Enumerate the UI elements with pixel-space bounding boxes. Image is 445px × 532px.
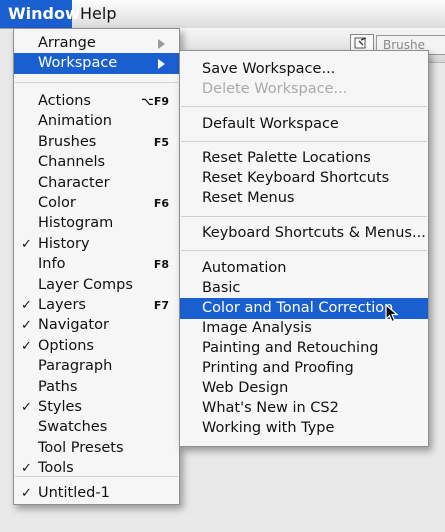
menu-separator <box>15 476 178 477</box>
menu-item-label: Save Workspace... <box>202 61 336 77</box>
menu-item-label: Tools <box>38 460 74 477</box>
menu-item-what-s-new-in-cs2[interactable]: What's New in CS2 <box>180 398 428 419</box>
menu-separator <box>181 216 427 217</box>
menu-item-label: Automation <box>202 260 287 276</box>
menu-item-label: Default Workspace <box>202 116 339 132</box>
menu-item-label: Navigator <box>38 317 109 334</box>
menu-item-automation[interactable]: Automation <box>180 258 428 279</box>
checkmark-icon: ✓ <box>21 338 32 354</box>
menu-item-label: Layers <box>38 297 86 313</box>
menu-help[interactable]: Help <box>72 0 130 28</box>
menu-item-label: Printing and Proofing <box>202 360 354 376</box>
menu-item-layer-comps[interactable]: Layer Comps <box>14 275 179 296</box>
checkmark-icon: ✓ <box>21 400 32 415</box>
menu-item-label: Arrange <box>38 35 96 51</box>
menu-item-label: Basic <box>202 280 241 296</box>
menu-item-arrange[interactable]: Arrange <box>14 33 179 54</box>
menu-item-label: Channels <box>38 154 106 171</box>
menu-window[interactable]: Window <box>0 0 80 28</box>
menu-item-save-workspace[interactable]: Save Workspace... <box>180 59 428 80</box>
checkmark-icon: ✓ <box>21 318 32 334</box>
menu-item-label: Reset Keyboard Shortcuts <box>202 170 390 186</box>
menu-item-label: Painting and Retouching <box>202 340 379 356</box>
menu-item-keyboard-shortcuts-menus[interactable]: Keyboard Shortcuts & Menus... <box>180 223 428 244</box>
menu-item-painting-and-retouching[interactable]: Painting and Retouching <box>180 338 428 359</box>
menu-item-label: Paragraph <box>38 358 113 375</box>
window-menu: Arrange Workspace Actions ⌥F9 Animation Brush… <box>13 28 180 505</box>
menu-item-label: History <box>38 235 90 252</box>
menu-item-layers[interactable]: Layers ✓ F7 <box>14 295 179 316</box>
menu-item-shortcut: F5 <box>153 135 169 149</box>
checkmark-icon: ✓ <box>21 298 32 313</box>
menu-item-label: Layer Comps <box>38 276 133 293</box>
menu-item-label: Image Analysis <box>202 320 312 336</box>
menu-item-label: Styles <box>38 399 82 415</box>
checkmark-icon: ✓ <box>21 236 32 252</box>
menu-item-paths[interactable]: Paths <box>14 377 179 398</box>
menu-item-label: Untitled-1 <box>38 485 110 501</box>
menu-item-document-untitled-1[interactable]: Untitled-1 ✓ <box>14 483 179 504</box>
menu-item-styles[interactable]: Styles ✓ <box>14 397 179 418</box>
menu-item-label: Swatches <box>38 419 108 436</box>
menu-item-label: Paths <box>38 378 78 395</box>
menu-item-label: Actions <box>38 93 91 109</box>
menu-item-label: Color <box>38 195 76 211</box>
menu-item-label: Reset Menus <box>202 190 295 206</box>
menu-item-color[interactable]: Color F6 <box>14 193 179 214</box>
checkmark-icon: ✓ <box>21 486 32 501</box>
menu-item-reset-palette-locations[interactable]: Reset Palette Locations <box>180 148 428 169</box>
menu-item-delete-workspace: Delete Workspace... <box>180 79 428 100</box>
menu-item-shortcut: F8 <box>153 258 169 272</box>
menu-item-basic[interactable]: Basic <box>180 278 428 299</box>
menu-item-channels[interactable]: Channels <box>14 152 179 173</box>
menu-item-history[interactable]: History ✓ <box>14 234 179 255</box>
menu-item-shortcut: ⌥F9 <box>141 95 169 108</box>
menu-item-animation[interactable]: Animation <box>14 111 179 132</box>
menu-item-label: Brushes <box>38 133 97 150</box>
menu-item-label: Working with Type <box>202 420 335 436</box>
menu-bar: Window Help <box>0 0 445 29</box>
menu-item-shortcut: F7 <box>153 299 169 312</box>
menu-item-brushes[interactable]: Brushes F5 <box>14 132 179 153</box>
menu-item-swatches[interactable]: Swatches <box>14 417 179 438</box>
menu-item-histogram[interactable]: Histogram <box>14 213 179 234</box>
menu-item-web-design[interactable]: Web Design <box>180 378 428 399</box>
menu-item-options[interactable]: Options ✓ <box>14 336 179 357</box>
menu-item-label: Options <box>38 337 94 354</box>
menu-separator <box>15 82 178 83</box>
menu-item-printing-and-proofing[interactable]: Printing and Proofing <box>180 358 428 379</box>
menu-item-workspace[interactable]: Workspace <box>14 53 179 74</box>
menu-item-label: Web Design <box>202 380 289 396</box>
menu-item-label: Workspace <box>38 55 118 71</box>
menu-item-default-workspace[interactable]: Default Workspace <box>180 114 428 135</box>
menu-item-label: Info <box>38 256 66 273</box>
submenu-arrow-icon <box>158 39 165 49</box>
menu-item-shortcut: F6 <box>153 197 169 210</box>
mouse-cursor-icon <box>385 304 399 323</box>
workspace-submenu: Save Workspace... Delete Workspace... Defa… <box>179 50 429 447</box>
menu-separator <box>181 141 427 142</box>
menu-item-info[interactable]: Info F8 <box>14 254 179 275</box>
menu-item-navigator[interactable]: Navigator ✓ <box>14 315 179 336</box>
menu-separator <box>181 250 427 251</box>
menu-item-label: Reset Palette Locations <box>202 150 371 166</box>
menu-item-actions[interactable]: Actions ⌥F9 <box>14 91 179 112</box>
menu-item-label: Character <box>38 174 110 191</box>
menu-item-label: Keyboard Shortcuts & Menus... <box>202 225 426 241</box>
menu-item-label: What's New in CS2 <box>202 400 339 416</box>
menu-item-label: Histogram <box>38 215 114 232</box>
menu-item-label: Color and Tonal Correction <box>202 300 394 316</box>
submenu-arrow-icon <box>158 59 165 69</box>
menu-item-label: Delete Workspace... <box>202 81 348 97</box>
menu-item-reset-menus[interactable]: Reset Menus <box>180 188 428 209</box>
menu-item-working-with-type[interactable]: Working with Type <box>180 418 428 439</box>
menu-item-paragraph[interactable]: Paragraph <box>14 356 179 377</box>
menu-item-label: Tool Presets <box>38 439 124 456</box>
menu-item-label: Animation <box>38 113 112 130</box>
menu-item-character[interactable]: Character <box>14 173 179 194</box>
menu-item-reset-keyboard-shortcuts[interactable]: Reset Keyboard Shortcuts <box>180 168 428 189</box>
menu-item-tool-presets[interactable]: Tool Presets <box>14 438 179 459</box>
menu-separator <box>181 106 427 107</box>
